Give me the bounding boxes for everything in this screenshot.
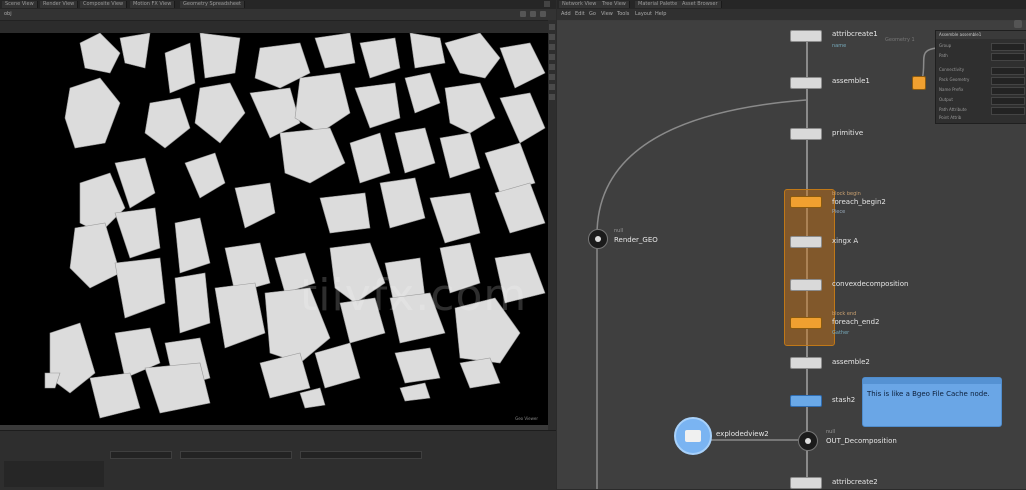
sticky-note-text: This is like a Bgeo File Cache node. — [867, 390, 990, 398]
node-label-foreach-end2: foreach_end2 — [832, 318, 880, 326]
network-box-label: Geometry 1 — [885, 37, 915, 43]
tab-render-view[interactable]: Render View — [40, 1, 79, 8]
node-label-assemble2: assemble2 — [832, 358, 870, 366]
node-label-render-geo: Render_GEO — [614, 236, 658, 244]
side-tool-icon[interactable] — [549, 74, 555, 80]
node-tag-render-geo: null — [614, 228, 624, 234]
node-label-attribcreate2: attribcreate2 — [832, 478, 878, 486]
viewer-layout-icon[interactable] — [530, 11, 536, 17]
param-field[interactable] — [991, 53, 1025, 61]
node-sub-attribcreate1: name — [832, 43, 847, 49]
side-tool-icon[interactable] — [549, 44, 555, 50]
node-render-geo[interactable] — [588, 229, 608, 249]
node-label-convexdecomposition: convexdecomposition — [832, 280, 909, 288]
node-assemble1[interactable] — [790, 77, 822, 89]
node-tag-foreach-end2: block end — [832, 311, 857, 317]
node-label-assemble1: assemble1 — [832, 77, 870, 85]
scene-viewer-pane: Scene View Render View Composite View Mo… — [0, 0, 556, 490]
viewer-pin-icon[interactable] — [540, 11, 546, 17]
node-label-attribcreate1: attribcreate1 — [832, 30, 878, 38]
node-assemble2[interactable] — [790, 357, 822, 369]
param-label: Output — [939, 97, 953, 102]
viewer-side-toolbar — [548, 20, 556, 430]
node-tag-foreach-begin2: block begin — [832, 191, 861, 197]
node-label-out-decomposition: OUT_Decomposition — [826, 437, 897, 445]
tab-composite-view[interactable]: Composite View — [80, 1, 128, 8]
spreadsheet-field[interactable] — [110, 451, 172, 459]
node-convexdecomposition[interactable] — [790, 279, 822, 291]
spreadsheet-field[interactable] — [300, 451, 422, 459]
viewport-label: Geo Viewer — [515, 416, 538, 421]
param-label: Path Attribute — [939, 107, 967, 112]
side-tool-icon[interactable] — [549, 34, 555, 40]
param-field[interactable] — [991, 107, 1025, 115]
node-attribcreate2[interactable] — [790, 477, 822, 489]
node-xform[interactable] — [790, 236, 822, 248]
side-tool-icon[interactable] — [549, 24, 555, 30]
param-label: Name Prefix — [939, 87, 964, 92]
node-label-primitive: primitive — [832, 129, 864, 137]
fractured-rocks-render — [44, 33, 546, 419]
param-label: Path — [939, 53, 948, 58]
viewer-toolbar: obj — [0, 9, 556, 21]
param-field[interactable] — [991, 67, 1025, 75]
node-stash2[interactable] — [790, 395, 822, 407]
param-field[interactable] — [991, 87, 1025, 95]
spreadsheet-table[interactable] — [4, 461, 104, 487]
node-label-explodedview2: explodedview2 — [716, 430, 769, 438]
parameter-pane: Assemble assemble1 Group Path Connectivi… — [935, 30, 1026, 124]
param-field[interactable] — [991, 43, 1025, 51]
watermark: tiivfx.com — [300, 270, 528, 321]
param-label: Point Attrib — [939, 115, 962, 120]
node-label-xform: xingx A — [832, 237, 859, 245]
spreadsheet-field[interactable] — [180, 451, 292, 459]
node-tag-out-decomposition: null — [826, 429, 836, 435]
3d-viewport[interactable]: Geo Viewer — [0, 33, 548, 425]
side-node-orange[interactable] — [912, 76, 926, 90]
viewer-secondary-toolbar — [0, 21, 548, 33]
node-label-foreach-begin2: foreach_begin2 — [832, 198, 886, 206]
side-tool-icon[interactable] — [549, 64, 555, 70]
spreadsheet-panel — [0, 430, 556, 490]
param-field[interactable] — [991, 77, 1025, 85]
side-tool-icon[interactable] — [549, 84, 555, 90]
param-label: Group — [939, 43, 952, 48]
network-options-icon[interactable] — [1014, 20, 1022, 28]
param-field[interactable] — [991, 97, 1025, 105]
viewer-path[interactable]: obj — [4, 10, 12, 19]
node-sub-foreach-begin2: Piece — [832, 209, 846, 215]
side-tool-icon[interactable] — [549, 94, 555, 100]
tab-scene-view[interactable]: Scene View — [2, 1, 38, 8]
node-primitive[interactable] — [790, 128, 822, 140]
viewer-tab-bar: Scene View Render View Composite View Mo… — [0, 0, 556, 9]
tab-geometry-spreadsheet[interactable]: Geometry Spreadsheet — [180, 1, 246, 8]
node-foreach-end2[interactable] — [790, 317, 822, 329]
param-label: Pack Geometry — [939, 77, 970, 82]
node-out-decomposition[interactable] — [798, 431, 818, 451]
sticky-note[interactable]: This is like a Bgeo File Cache node. — [862, 377, 1002, 427]
node-explodedview2[interactable] — [674, 417, 712, 455]
node-attribcreate1[interactable] — [790, 30, 822, 42]
node-sub-foreach-end2: Gather — [832, 330, 850, 336]
tab-motion-fx-view[interactable]: Motion FX View — [130, 1, 176, 8]
node-foreach-begin2[interactable] — [790, 196, 822, 208]
explodedview-icon — [685, 430, 701, 442]
viewer-close-icon[interactable] — [544, 1, 550, 7]
node-label-stash2: stash2 — [832, 396, 856, 404]
parameter-header: Assemble assemble1 — [936, 31, 1026, 39]
sticky-note-header — [863, 378, 1001, 384]
param-label: Connectivity — [939, 67, 965, 72]
viewer-option-icon[interactable] — [520, 11, 526, 17]
side-tool-icon[interactable] — [549, 54, 555, 60]
